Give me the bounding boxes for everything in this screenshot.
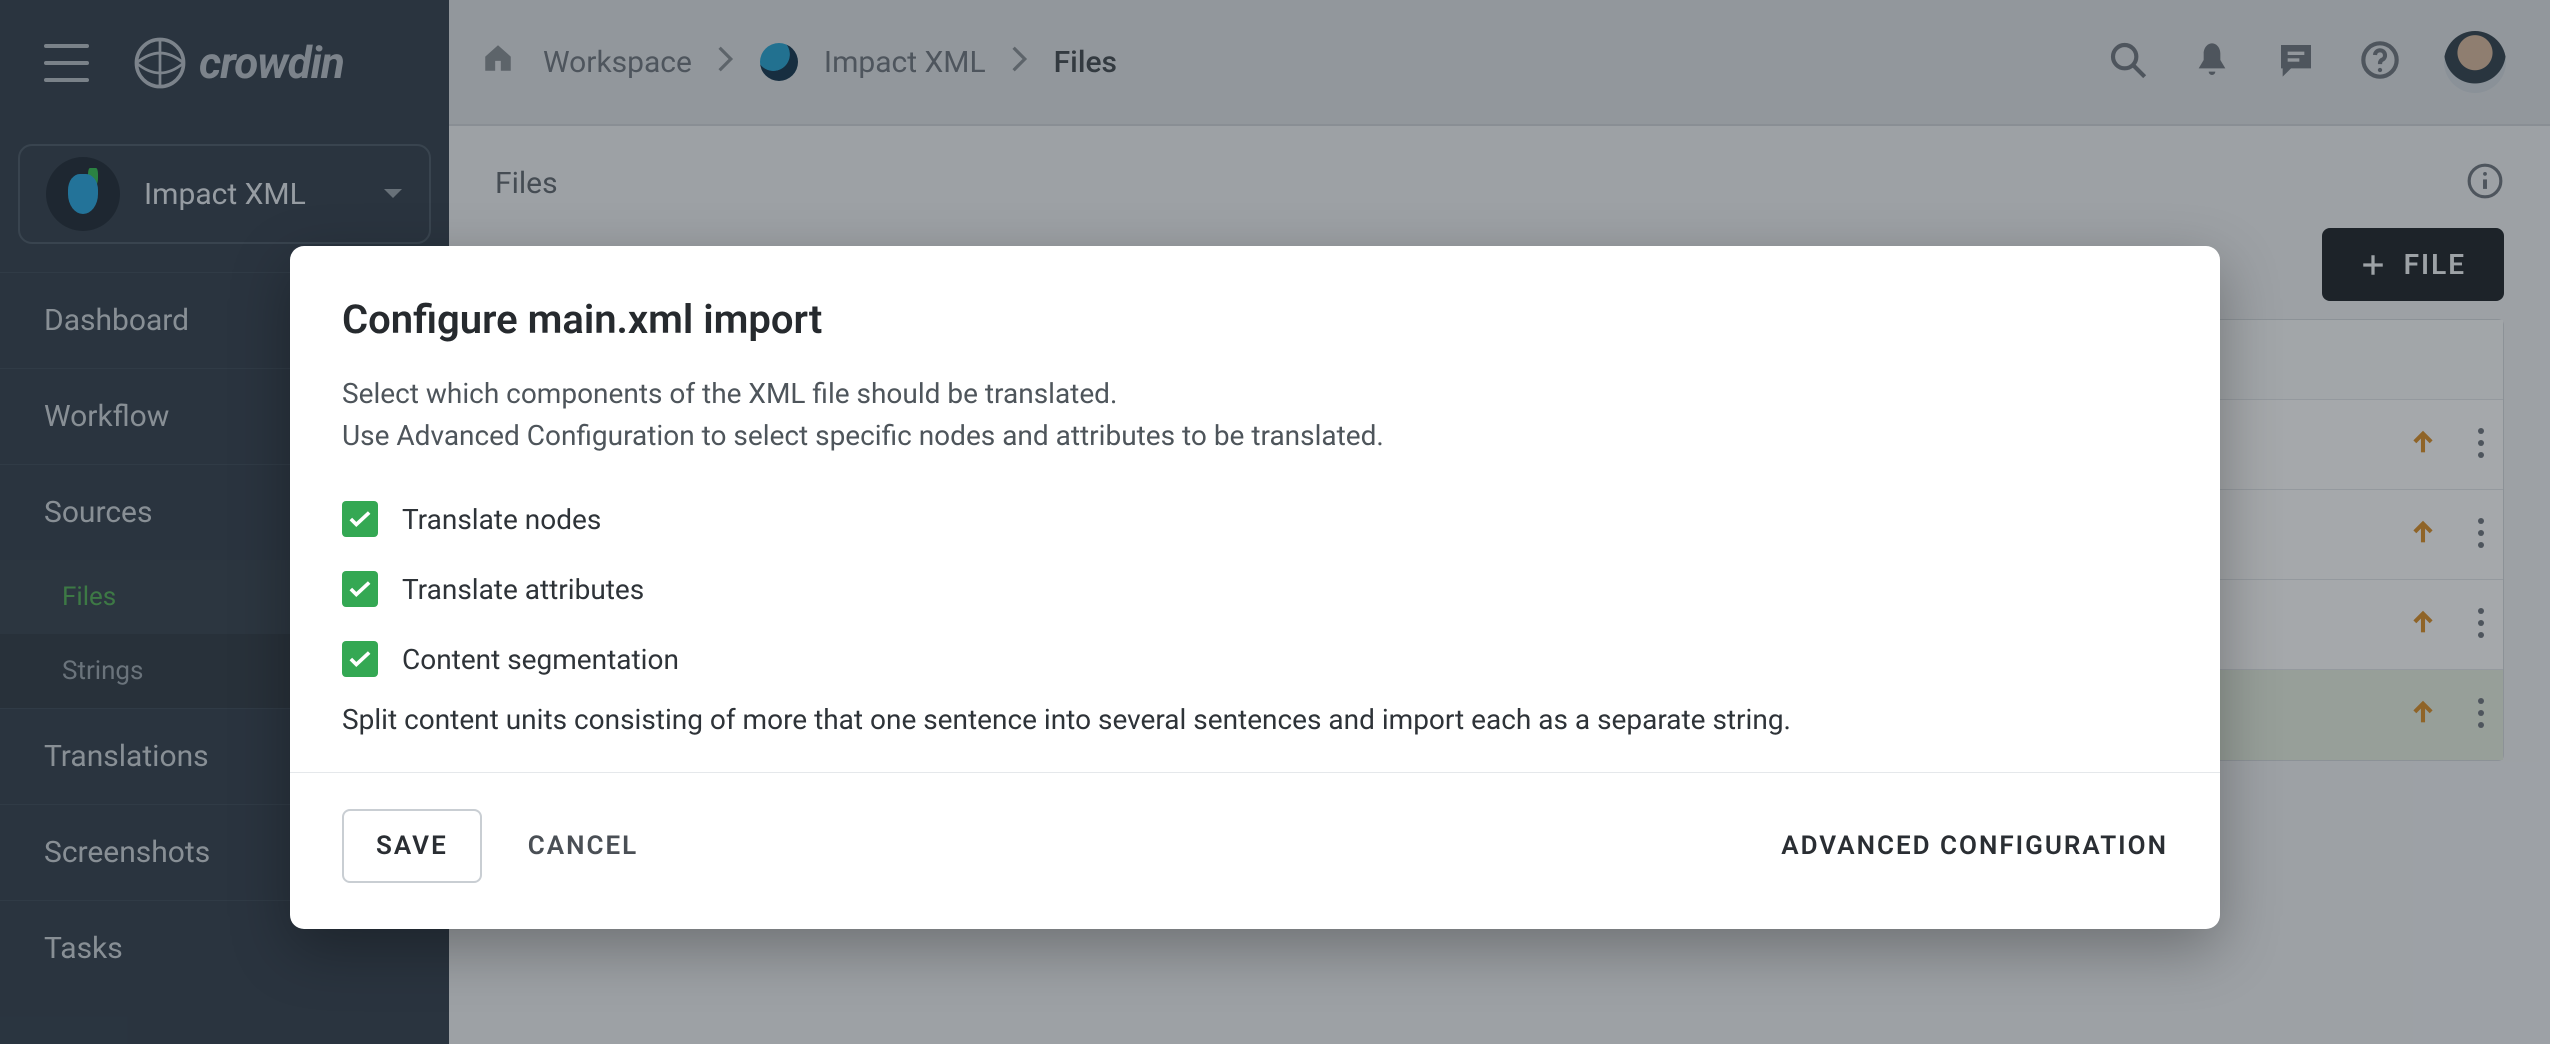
dialog-title: Configure main.xml import xyxy=(342,296,2168,343)
advanced-configuration-button[interactable]: ADVANCED CONFIGURATION xyxy=(1781,831,2168,861)
checkbox-translate-attributes[interactable]: Translate attributes xyxy=(342,571,2168,607)
dialog-body: Configure main.xml import Select which c… xyxy=(290,246,2220,772)
dialog-description: Select which components of the XML file … xyxy=(342,373,2168,457)
save-button[interactable]: SAVE xyxy=(342,809,482,883)
checkbox-translate-nodes[interactable]: Translate nodes xyxy=(342,501,2168,537)
checkbox-label: Translate attributes xyxy=(402,573,644,606)
checkbox-label: Translate nodes xyxy=(402,503,601,536)
configure-import-dialog: Configure main.xml import Select which c… xyxy=(290,246,2220,929)
checkbox-icon xyxy=(342,641,378,677)
checkbox-icon xyxy=(342,501,378,537)
segmentation-note: Split content units consisting of more t… xyxy=(342,703,2168,736)
checkbox-icon xyxy=(342,571,378,607)
cancel-button[interactable]: CANCEL xyxy=(510,811,656,881)
dialog-footer: SAVE CANCEL ADVANCED CONFIGURATION xyxy=(290,772,2220,929)
checkbox-content-segmentation[interactable]: Content segmentation xyxy=(342,641,2168,677)
dialog-desc-line1: Select which components of the XML file … xyxy=(342,377,1117,410)
checkbox-label: Content segmentation xyxy=(402,643,679,676)
dialog-desc-line2: Use Advanced Configuration to select spe… xyxy=(342,419,1384,452)
